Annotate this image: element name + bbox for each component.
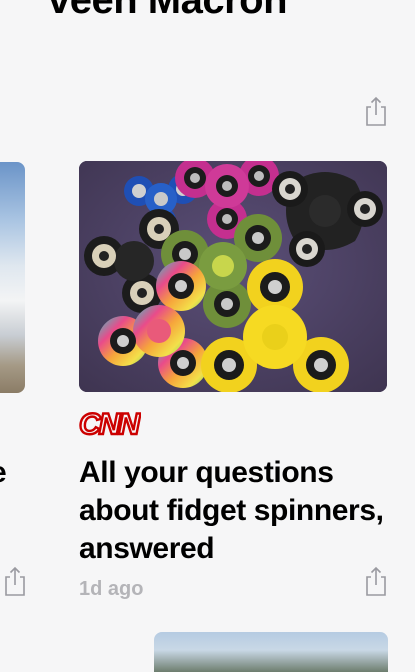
share-icon[interactable] — [364, 566, 388, 596]
cnn-logo[interactable]: CNN — [79, 407, 141, 441]
svg-text:CNN: CNN — [79, 408, 141, 441]
left-card-headline[interactable]: e — [0, 456, 7, 490]
next-article-image[interactable] — [154, 632, 388, 672]
article-image[interactable] — [79, 161, 387, 392]
share-icon[interactable] — [3, 566, 27, 596]
article-timestamp: 1d ago — [79, 578, 144, 600]
section-title: veen Macron — [48, 0, 288, 22]
article-headline[interactable]: All your questions about fidget spinners… — [79, 454, 399, 568]
share-icon[interactable] — [364, 96, 388, 126]
left-card-image[interactable] — [0, 162, 25, 393]
